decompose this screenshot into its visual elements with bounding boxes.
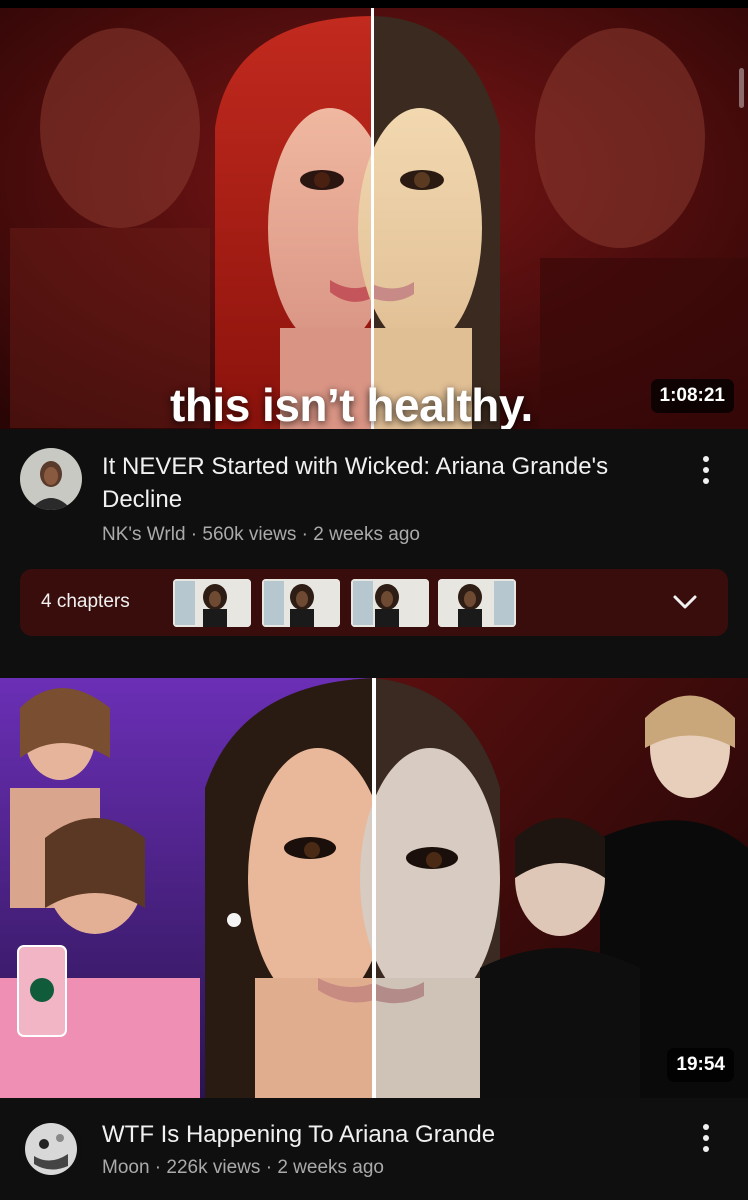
separator-dot: ·: [260, 1157, 278, 1178]
video-thumbnail[interactable]: 19:54: [0, 678, 748, 1098]
video-thumbnail[interactable]: this isn’t healthy. 1:08:21: [0, 8, 748, 429]
scrollbar[interactable]: [739, 68, 744, 108]
chapters-label: 4 chapters: [41, 591, 130, 612]
thumbnail-image: [0, 678, 748, 1098]
video-details: It NEVER Started with Wicked: Ariana Gra…: [0, 448, 748, 558]
chapter-thumbnail[interactable]: [262, 579, 340, 627]
chapter-thumbnail[interactable]: [173, 579, 251, 627]
chevron-down-icon[interactable]: [670, 587, 700, 617]
channel-avatar[interactable]: [20, 448, 82, 510]
channel-avatar[interactable]: [20, 1118, 82, 1180]
video-details: WTF Is Happening To Ariana Grande Moon ·…: [0, 1112, 748, 1192]
separator-dot: ·: [149, 1157, 167, 1178]
duration-badge: 1:08:21: [650, 379, 734, 413]
upload-age: 2 weeks ago: [313, 524, 420, 545]
more-vertical-icon[interactable]: [694, 450, 718, 490]
status-strip: [0, 0, 748, 8]
view-count: 560k views: [202, 524, 297, 545]
upload-age: 2 weeks ago: [277, 1157, 384, 1178]
video-title[interactable]: WTF Is Happening To Ariana Grande: [102, 1118, 668, 1151]
channel-name[interactable]: Moon: [102, 1157, 150, 1178]
thumbnail-caption: this isn’t healthy.: [170, 379, 533, 429]
chapters-bar[interactable]: 4 chapters: [20, 569, 728, 636]
duration-badge: 19:54: [667, 1048, 734, 1082]
view-count: 226k views: [166, 1157, 261, 1178]
thumbnail-image: [0, 8, 748, 429]
chapter-thumbnail[interactable]: [351, 579, 429, 627]
chapter-thumbnail[interactable]: [438, 579, 516, 627]
channel-name[interactable]: NK's Wrld: [102, 524, 186, 545]
video-subline: Moon · 226k views · 2 weeks ago: [102, 1157, 384, 1179]
video-title[interactable]: It NEVER Started with Wicked: Ariana Gra…: [102, 450, 668, 516]
more-vertical-icon[interactable]: [694, 1118, 718, 1158]
video-subline: NK's Wrld · 560k views · 2 weeks ago: [102, 524, 420, 546]
separator-dot: ·: [296, 524, 314, 545]
separator-dot: ·: [185, 524, 203, 545]
